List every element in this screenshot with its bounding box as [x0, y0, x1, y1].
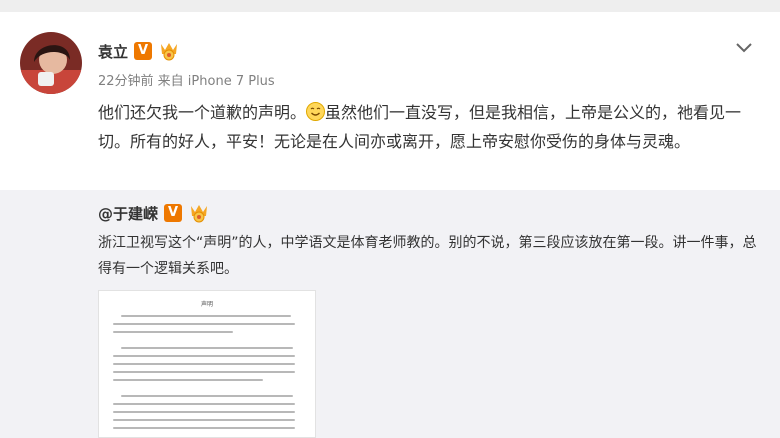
- document-text-line: [113, 371, 295, 373]
- document-title: 声明: [200, 301, 213, 308]
- document-text-line: [113, 419, 295, 421]
- document-text-line: [113, 379, 263, 381]
- document-text-line: [121, 395, 293, 397]
- top-divider: [0, 0, 780, 12]
- repost-text: 浙江卫视写这个“声明”的人，中学语文是体育老师教的。别的不说，第三段应该放在第一…: [98, 235, 757, 277]
- document-text-line: [113, 323, 295, 325]
- vip-v-icon: V: [164, 204, 183, 222]
- author-row: 袁立 V: [98, 40, 180, 62]
- document-text-line: [113, 427, 295, 429]
- document-text-line: [113, 403, 295, 405]
- document-image-thumbnail[interactable]: 声明: [98, 290, 316, 438]
- document-text-line: [121, 315, 291, 317]
- author-name[interactable]: 袁立: [98, 41, 128, 62]
- repost-author-name[interactable]: @于建嵘: [98, 203, 158, 224]
- medal-icon: [158, 41, 180, 61]
- document-text-line: [113, 411, 295, 413]
- medal-icon: [188, 203, 210, 223]
- smile-icon: [306, 101, 326, 121]
- post-meta: 22分钟前 来自 iPhone 7 Plus: [98, 74, 275, 89]
- chevron-down-icon[interactable]: [734, 40, 754, 54]
- document-text-line: [113, 355, 295, 357]
- post-text-part-1: 他们还欠我一个道歉的声明。: [98, 103, 307, 122]
- document-text-line: [121, 347, 293, 349]
- repost-author-row: @于建嵘 V: [98, 202, 210, 224]
- post-text: 他们还欠我一个道歉的声明。 虽然他们一直没写，但是我相信，上帝是公义的，祂看见一切…: [98, 98, 758, 156]
- avatar[interactable]: [20, 32, 82, 94]
- reposted-weibo: @于建嵘 V 浙江卫视写这个“声明”的人，中学语文是体育老师教的。别的不说，第三…: [0, 190, 780, 438]
- document-text-line: [113, 331, 233, 333]
- document-text-line: [113, 363, 295, 365]
- weibo-post: 袁立 V 22分钟前 来自 iPhone 7 Plus 他们还欠我一个道歉的声明…: [0, 12, 780, 190]
- vip-v-icon: V: [134, 42, 153, 60]
